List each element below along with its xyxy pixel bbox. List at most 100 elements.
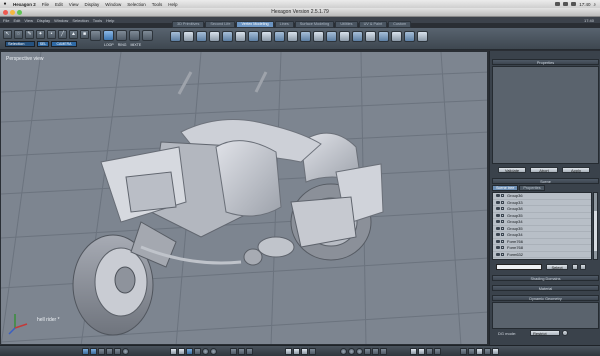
screenshot-icon[interactable] (476, 348, 483, 355)
lock-icon[interactable] (501, 226, 504, 230)
extrude-icon[interactable] (170, 31, 181, 42)
clock[interactable]: 17:40 (579, 2, 590, 7)
tab-custom[interactable]: Custom (388, 21, 412, 28)
tab-lines[interactable]: Lines (274, 21, 294, 28)
volume-icon[interactable] (563, 2, 569, 6)
visibility-icon[interactable] (496, 233, 500, 237)
menu-help[interactable]: Help (165, 2, 180, 7)
abort-button[interactable]: Abort (530, 167, 558, 173)
minimize-window-icon[interactable] (10, 10, 15, 15)
shadow-icon[interactable] (210, 348, 217, 355)
menu-selection[interactable]: Selection (124, 2, 149, 7)
wireframe-icon[interactable] (170, 348, 177, 355)
dynamic-geometry-title[interactable]: Dynamic Geometry (492, 295, 599, 301)
visibility-icon[interactable] (496, 239, 500, 243)
visibility-icon[interactable] (496, 226, 500, 230)
tab-utilities[interactable]: Utilities (335, 21, 358, 28)
app-menu-display[interactable]: Display (37, 18, 50, 23)
material-title[interactable]: Material (492, 285, 599, 291)
lock-icon[interactable] (501, 200, 504, 204)
bevel-icon[interactable] (183, 31, 194, 42)
lasso-icon[interactable]: ◌ (14, 30, 23, 39)
layout-quad-icon[interactable] (90, 348, 97, 355)
visibility-icon[interactable] (496, 252, 500, 256)
sphere-icon[interactable] (340, 348, 347, 355)
pan-icon[interactable] (285, 348, 292, 355)
app-menu-selection[interactable]: Selection (72, 18, 88, 23)
menu-display[interactable]: Display (81, 2, 102, 7)
undo-icon[interactable] (460, 348, 467, 355)
mixte-tool-icon[interactable] (129, 30, 140, 41)
selection-camera-toggle[interactable]: CAMERA (51, 41, 77, 47)
wifi-icon[interactable] (555, 2, 561, 6)
properties-panel-title[interactable]: Properties (492, 59, 599, 65)
loop-tool-icon[interactable] (103, 30, 114, 41)
app-menu-view[interactable]: View (24, 18, 33, 23)
layout-split-icon[interactable] (98, 348, 105, 355)
render-camera-icon[interactable] (492, 348, 499, 355)
tab-scene-tree[interactable]: Scene tree (492, 185, 519, 191)
tab-3d-primitives[interactable]: 3D Primitives (172, 21, 205, 28)
lock-icon[interactable] (501, 220, 504, 224)
tab-surface-modeling[interactable]: Surface Modeling (294, 21, 335, 28)
ortho-icon[interactable] (246, 348, 253, 355)
split-icon[interactable] (235, 31, 246, 42)
cut-icon[interactable] (222, 31, 233, 42)
apple-menu-icon[interactable]: ● (0, 1, 10, 7)
object-select-icon[interactable]: ■ (80, 30, 89, 39)
zoom-window-icon[interactable] (17, 10, 22, 15)
dissolve-icon[interactable] (326, 31, 337, 42)
rotate-icon[interactable] (404, 31, 415, 42)
lights-toggle-icon[interactable] (434, 348, 441, 355)
lock-icon[interactable] (501, 207, 504, 211)
fill-hole-icon[interactable] (352, 31, 363, 42)
shaded-icon[interactable] (178, 348, 185, 355)
orbit-icon[interactable] (293, 348, 300, 355)
menu-file[interactable]: File (39, 2, 52, 7)
camera-icon[interactable] (122, 348, 129, 355)
menu-edit[interactable]: Edit (52, 2, 66, 7)
paint-select-icon[interactable]: ✎ (25, 30, 34, 39)
slice-icon[interactable] (248, 31, 259, 42)
grid-icon[interactable] (230, 348, 237, 355)
tab-uv-paint[interactable]: UV & Paint (358, 21, 388, 28)
magic-select-icon[interactable]: ✦ (36, 30, 45, 39)
select-arrow-icon[interactable]: ↖ (3, 30, 12, 39)
selection-mode-field[interactable]: Selection (5, 41, 35, 47)
show-all-icon[interactable] (410, 348, 417, 355)
layout-custom-icon[interactable] (114, 348, 121, 355)
lock-icon[interactable] (501, 194, 504, 198)
extra-cube-icon[interactable] (142, 30, 153, 41)
visibility-icon[interactable] (496, 246, 500, 250)
frame-icon[interactable] (309, 348, 316, 355)
ring-tool-icon[interactable] (116, 30, 127, 41)
spotlight-icon[interactable]: ⌕ (593, 2, 596, 7)
lock-icon[interactable] (501, 239, 504, 243)
app-menu-file[interactable]: File (3, 18, 9, 23)
material-ball-icon[interactable] (348, 348, 355, 355)
scene-panel-title[interactable]: Scene (492, 178, 599, 184)
validate-button[interactable]: Validate (498, 167, 526, 173)
inset-icon[interactable] (209, 31, 220, 42)
redo-icon[interactable] (468, 348, 475, 355)
render-icon[interactable] (194, 348, 201, 355)
menu-window[interactable]: Window (102, 2, 124, 7)
flip-icon[interactable] (287, 31, 298, 42)
lock-icon[interactable] (501, 213, 504, 217)
settings-icon[interactable] (484, 348, 491, 355)
textured-icon[interactable] (186, 348, 193, 355)
vertex-select-icon[interactable]: • (47, 30, 56, 39)
face-select-icon[interactable]: ▲ (69, 30, 78, 39)
edge-select-icon[interactable]: ╱ (58, 30, 67, 39)
scene-tree-scrollbar[interactable] (593, 192, 598, 260)
tree-item[interactable]: Form632 (493, 252, 591, 258)
visibility-icon[interactable] (496, 213, 500, 217)
dg-help-icon[interactable] (562, 330, 568, 336)
options-icon[interactable] (580, 264, 586, 270)
weld-icon[interactable] (261, 31, 272, 42)
apply-button[interactable]: Apply (562, 167, 590, 173)
perspective-viewport[interactable]: Perspective view (0, 51, 488, 345)
chamfer-icon[interactable] (196, 31, 207, 42)
isolate-icon[interactable] (426, 348, 433, 355)
menu-tools[interactable]: Tools (149, 2, 166, 7)
